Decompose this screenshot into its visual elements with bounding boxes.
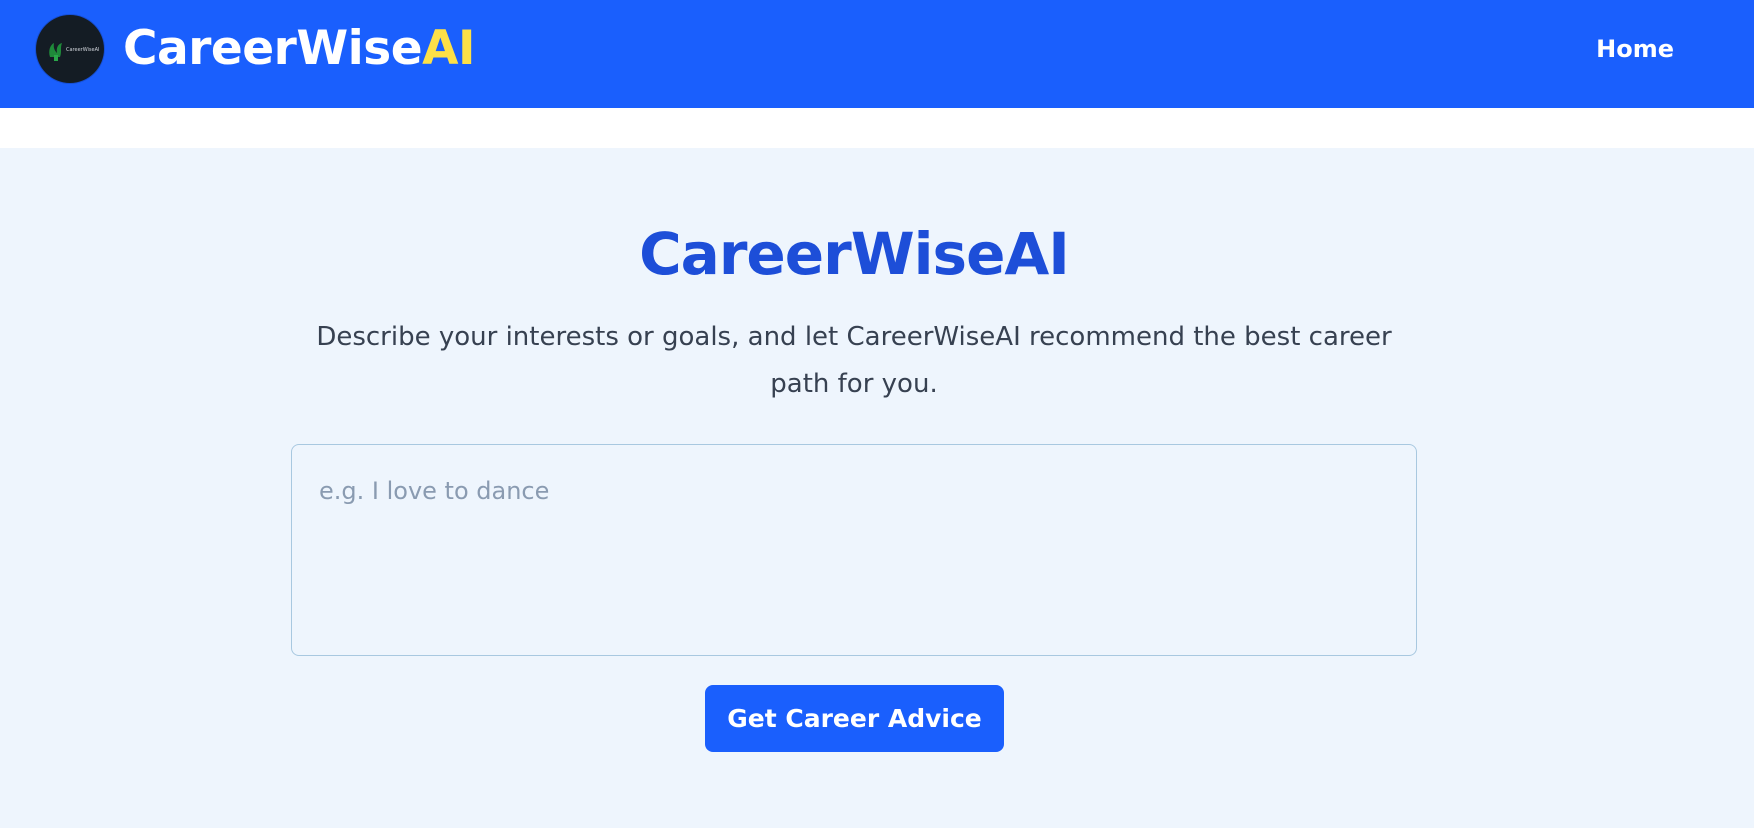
interests-input[interactable] — [291, 444, 1417, 656]
page-subtitle: Describe your interests or goals, and le… — [316, 322, 1392, 399]
logo-icon[interactable]: CareerWiseAI — [36, 15, 104, 83]
logo-text: CareerWiseAI — [66, 47, 100, 53]
brand-main: CareerWise — [123, 21, 423, 76]
brand-accent: AI — [422, 21, 475, 76]
top-navbar: CareerWiseAI CareerWiseAI Home — [0, 0, 1754, 108]
main-content: CareerWiseAI Describe your interests or … — [0, 148, 1754, 828]
tree-logo-icon: CareerWiseAI — [49, 43, 100, 61]
brand-name[interactable]: CareerWiseAI — [123, 19, 475, 79]
nav-home-link[interactable]: Home — [1596, 33, 1674, 65]
page-title: CareerWiseAI — [639, 220, 1070, 288]
get-career-advice-button[interactable]: Get Career Advice — [705, 685, 1004, 752]
